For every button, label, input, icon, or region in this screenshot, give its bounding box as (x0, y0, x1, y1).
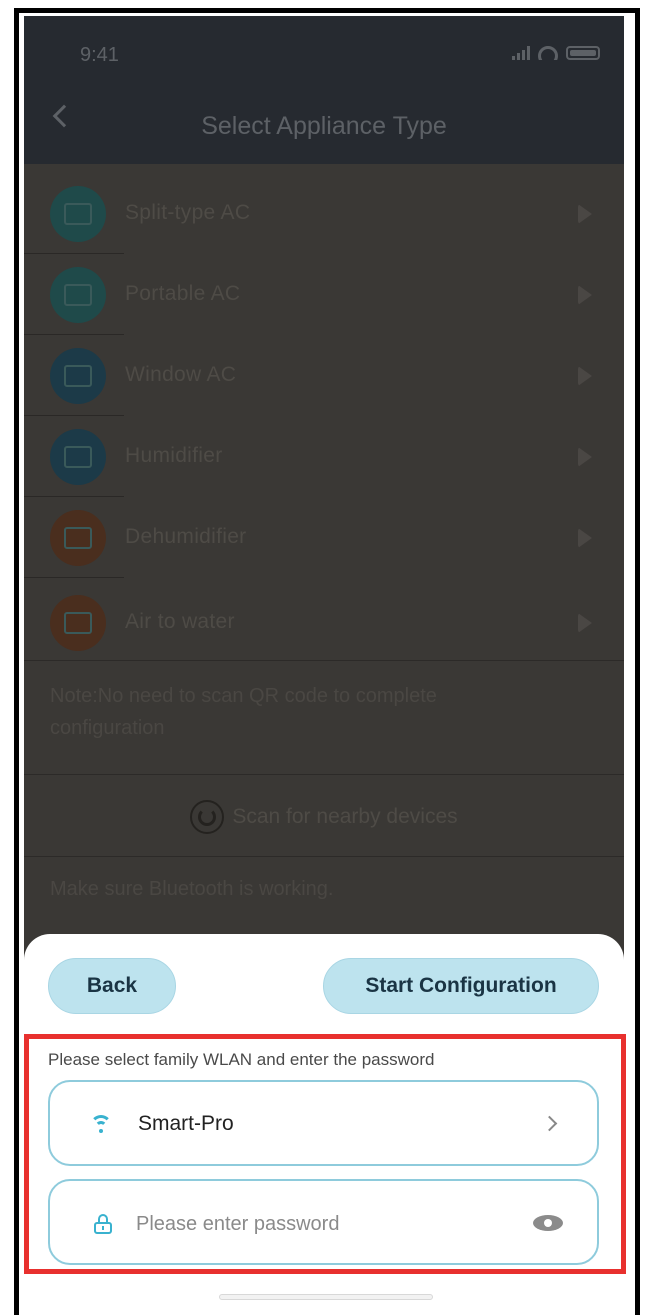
divider (24, 577, 124, 578)
header: 9:41 Select Appliance Type (24, 16, 624, 164)
start-configuration-button[interactable]: Start Configuration (323, 958, 599, 1014)
config-note: Note:No need to scan QR code to complete… (50, 685, 437, 739)
appliance-item[interactable]: Dehumidifier (24, 498, 624, 578)
appliance-item[interactable]: Split-type AC (24, 174, 624, 254)
portable-ac-icon (50, 267, 106, 323)
appliance-item[interactable]: Window AC (24, 336, 624, 416)
chevron-right-icon (578, 285, 596, 305)
air-to-water-icon (50, 595, 106, 651)
scan-icon (190, 800, 225, 834)
appliance-label: Window AC (125, 363, 237, 386)
battery-icon (566, 46, 600, 60)
appliance-item[interactable]: Portable AC (24, 255, 624, 335)
chevron-right-icon (578, 447, 596, 467)
divider (24, 774, 624, 775)
appliance-label: Portable AC (125, 282, 241, 305)
appliance-item[interactable]: Air to water (24, 583, 624, 663)
chevron-right-icon (578, 366, 596, 386)
split-ac-icon (50, 186, 106, 242)
dehumidifier-icon (50, 510, 106, 566)
divider (24, 334, 124, 335)
divider (24, 415, 124, 416)
divider (24, 856, 624, 857)
appliance-label: Split-type AC (125, 201, 251, 224)
chevron-right-icon (578, 613, 596, 633)
home-indicator (219, 1294, 433, 1300)
scan-nearby-button[interactable]: Scan for nearby devices (24, 776, 624, 858)
back-button[interactable]: Back (48, 958, 176, 1014)
page-title: Select Appliance Type (201, 112, 447, 140)
appliance-label: Air to water (125, 610, 235, 633)
status-icons (512, 46, 600, 60)
chevron-right-icon (578, 528, 596, 548)
status-time: 9:41 (80, 44, 119, 66)
divider (24, 660, 624, 661)
window-ac-icon (50, 348, 106, 404)
appliance-label: Dehumidifier (125, 525, 247, 548)
humidifier-icon (50, 429, 106, 485)
scan-label: Scan for nearby devices (232, 805, 458, 828)
bluetooth-note: Make sure Bluetooth is working. (50, 878, 334, 900)
divider (24, 253, 124, 254)
signal-icon (512, 46, 530, 60)
chevron-right-icon (578, 204, 596, 224)
highlight-box (24, 1034, 626, 1274)
divider (24, 496, 124, 497)
appliance-item[interactable]: Humidifier (24, 417, 624, 497)
wifi-status-icon (538, 46, 558, 60)
appliance-label: Humidifier (125, 444, 223, 467)
